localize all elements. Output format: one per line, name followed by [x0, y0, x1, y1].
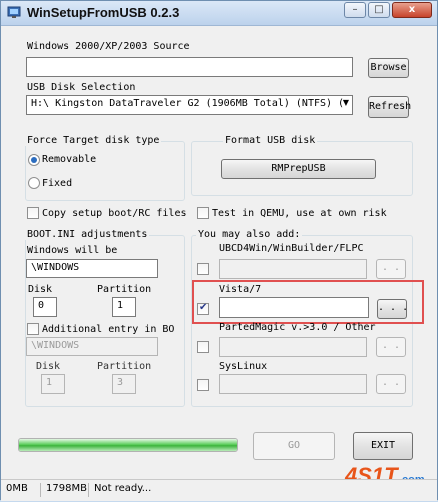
window-title: WinSetupFromUSB 0.2.3	[27, 5, 180, 20]
source-label: Windows 2000/XP/2003 Source	[27, 41, 190, 52]
maximize-button[interactable]: □	[368, 2, 390, 18]
app-icon	[7, 6, 21, 18]
progress-bar	[18, 438, 238, 452]
windows-dir-input[interactable]: \WINDOWS	[26, 259, 158, 278]
copy-boot-label: Copy setup boot/RC files	[42, 208, 187, 219]
partedmagic-path-input[interactable]	[219, 337, 367, 357]
partition-label: Partition	[97, 284, 152, 295]
syslinux-path-input[interactable]	[219, 374, 367, 394]
go-button[interactable]: GO	[253, 432, 335, 460]
ubcd4win-browse-button[interactable]: . .	[376, 259, 406, 279]
additional-entry-checkbox[interactable]	[27, 323, 39, 335]
source-path-input[interactable]	[26, 57, 353, 77]
disk2-label: Disk	[36, 361, 61, 372]
main-window: WinSetupFromUSB 0.2.3 – □ x Windows 2000…	[0, 0, 438, 501]
fixed-label: Fixed	[42, 178, 73, 189]
status-used-space: 0MB	[3, 483, 41, 497]
chevron-down-icon[interactable]: ▼	[343, 98, 349, 107]
additional-dir-input[interactable]: \WINDOWS	[26, 337, 158, 356]
disk-label: Disk	[28, 284, 53, 295]
disk2-number-input[interactable]: 1	[41, 374, 65, 394]
force-type-group	[25, 141, 185, 201]
format-title: Format USB disk	[223, 135, 318, 146]
syslinux-checkbox[interactable]	[197, 379, 209, 391]
vista7-highlight	[192, 280, 424, 324]
partedmagic-label: PartedMagic v.>3.0 / Other	[219, 322, 376, 333]
usb-disk-select[interactable]: H:\ Kingston DataTraveler G2 (1906MB Tot…	[26, 95, 353, 115]
ubcd4win-label: UBCD4Win/WinBuilder/FLPC	[219, 243, 364, 254]
removable-label: Removable	[42, 154, 97, 165]
partedmagic-checkbox[interactable]	[197, 341, 209, 353]
rmprepusb-button[interactable]: RMPrepUSB	[221, 159, 376, 179]
test-qemu-checkbox[interactable]	[197, 207, 209, 219]
bootini-title: BOOT.INI adjustments	[25, 229, 150, 240]
force-type-title: Force Target disk type	[25, 135, 162, 146]
ubcd4win-checkbox[interactable]	[197, 263, 209, 275]
usb-disk-label: USB Disk Selection	[27, 82, 136, 93]
status-total-space: 1798MB	[43, 483, 89, 497]
minimize-button[interactable]: –	[344, 2, 366, 18]
refresh-button[interactable]: Refresh	[368, 96, 411, 118]
title-bar: WinSetupFromUSB 0.2.3 – □ x	[1, 1, 437, 26]
partition2-number-input[interactable]: 3	[112, 374, 136, 394]
syslinux-browse-button[interactable]: . .	[376, 374, 406, 394]
status-message: Not ready...	[94, 483, 152, 494]
partition2-label: Partition	[97, 361, 152, 372]
browse-button[interactable]: Browse	[368, 58, 409, 78]
progress-fill	[19, 439, 237, 451]
close-button[interactable]: x	[392, 2, 432, 18]
partition-number-input[interactable]: 1	[112, 297, 136, 317]
windows-will-be-label: Windows will be	[27, 245, 118, 256]
partedmagic-browse-button[interactable]: . .	[376, 337, 406, 357]
ubcd4win-path-input[interactable]	[219, 259, 367, 279]
usb-disk-value: H:\ Kingston DataTraveler G2 (1906MB Tot…	[31, 98, 345, 109]
also-add-title: You may also add:	[196, 229, 303, 240]
additional-entry-label: Additional entry in BOO	[42, 324, 174, 335]
syslinux-label: SysLinux	[219, 361, 268, 372]
test-qemu-label: Test in QEMU, use at own risk	[212, 208, 387, 219]
copy-boot-checkbox[interactable]	[27, 207, 39, 219]
fixed-radio[interactable]	[28, 177, 40, 189]
status-bar: 0MB 1798MB Not ready...	[1, 479, 437, 501]
disk-number-input[interactable]: 0	[33, 297, 57, 317]
exit-button[interactable]: EXIT	[353, 432, 413, 460]
removable-radio[interactable]	[28, 154, 40, 166]
